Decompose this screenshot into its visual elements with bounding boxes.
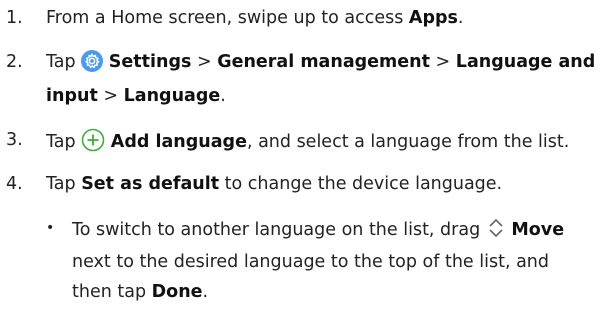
bullet-marker: • [46, 220, 55, 236]
sub-bullet-continued: next to the desired language to the top … [0, 250, 607, 274]
sub-bullet-text: then tap Done. [72, 282, 209, 302]
step-4: 4. Tap Set as default to change the devi… [0, 172, 607, 196]
sub-bullet-continued: then tap Done. [0, 280, 607, 304]
add-plus-icon [81, 128, 105, 159]
step-2-continued: input > Language. [0, 84, 607, 108]
sub-bullet-text: To switch to another language on the lis… [72, 216, 564, 247]
move-reorder-icon [486, 216, 506, 247]
step-number: 4. [6, 174, 23, 194]
step-text: From a Home screen, swipe up to access A… [46, 8, 464, 28]
step-number: 2. [6, 52, 23, 72]
step-2: 2. Tap Settings > General management > L… [0, 50, 607, 74]
settings-label: Settings [108, 52, 192, 72]
general-management-label: General management [217, 52, 430, 72]
language-and-input-label: Language and [455, 52, 596, 72]
set-as-default-label: Set as default [81, 174, 220, 194]
move-label: Move [511, 220, 565, 240]
step-text: input > Language. [46, 86, 226, 106]
add-language-label: Add language [110, 132, 247, 152]
step-1: 1. From a Home screen, swipe up to acces… [0, 6, 607, 30]
step-text: Tap Settings > General management > Lang… [46, 50, 595, 79]
step-text: Tap Set as default to change the device … [46, 174, 503, 194]
language-label: Language [123, 86, 221, 106]
step-3: 3. Tap Add language, and select a langua… [0, 128, 607, 152]
sub-bullet-text: next to the desired language to the top … [72, 252, 550, 272]
step-number: 1. [6, 8, 23, 28]
step-text: Tap Add language, and select a language … [46, 128, 569, 159]
sub-bullet: • To switch to another language on the l… [0, 216, 607, 240]
settings-gear-icon [81, 50, 104, 79]
step-number: 3. [6, 130, 23, 150]
apps-label: Apps [408, 8, 458, 28]
done-label: Done [151, 282, 203, 302]
